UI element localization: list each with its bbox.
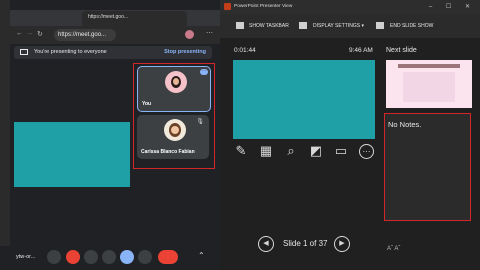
slide-navigation: ◀ Slide 1 of 37 ▶ xyxy=(220,232,370,258)
stop-presenting-button[interactable]: Stop presenting xyxy=(164,46,206,59)
subtitles-icon[interactable]: ▭ xyxy=(334,144,348,158)
more-options-button[interactable] xyxy=(138,250,152,264)
avatar xyxy=(164,119,186,141)
participant-name: Carissa Blanco Fabian xyxy=(141,149,195,155)
banner-text: You're presenting to everyone xyxy=(34,49,107,55)
next-slide-image xyxy=(403,72,455,102)
meet-controls: ytw-or... ⌃ xyxy=(0,246,220,270)
mic-button[interactable] xyxy=(47,250,61,264)
next-slide-button[interactable]: ▶ xyxy=(334,236,350,252)
title-bar: PowerPoint Presenter View – ☐ ✕ xyxy=(220,0,480,14)
participant-tiles-highlight: ⋯ You 🎙 Carissa Blanco Fabian xyxy=(133,63,215,169)
captions-button[interactable] xyxy=(84,250,98,264)
menu-icon[interactable]: ⋯ xyxy=(206,29,213,37)
mic-muted-icon: 🎙 xyxy=(196,119,204,125)
show-taskbar-button[interactable]: SHOW TASKBAR xyxy=(249,22,289,30)
avatar[interactable] xyxy=(185,30,194,39)
shared-screen-preview xyxy=(14,122,130,187)
presenting-banner: You're presenting to everyone Stop prese… xyxy=(14,46,212,59)
notes-text: No Notes. xyxy=(388,120,422,129)
end-slide-show-button[interactable]: END SLIDE SHOW xyxy=(390,22,433,30)
zoom-icon[interactable]: ⌕ xyxy=(284,144,298,158)
previous-slide-button[interactable]: ◀ xyxy=(258,236,274,252)
display-icon xyxy=(299,22,307,29)
next-slide-heading xyxy=(398,64,460,68)
reload-icon[interactable]: ↻ xyxy=(37,30,43,38)
more-options-icon[interactable]: ⋯ xyxy=(200,69,208,75)
pointer-icon[interactable]: ◩ xyxy=(309,144,323,158)
current-slide xyxy=(233,60,375,139)
url-field[interactable]: https://meet.goo... xyxy=(54,29,116,41)
avatar xyxy=(165,71,187,93)
present-button[interactable] xyxy=(120,250,134,264)
more-options-icon[interactable]: ⋯ xyxy=(359,144,374,159)
pen-icon[interactable]: ✎ xyxy=(234,144,248,158)
chevron-up-icon[interactable]: ⌃ xyxy=(198,251,205,260)
window-controls[interactable]: – ☐ ✕ xyxy=(429,0,476,14)
meeting-code: ytw-or... xyxy=(16,254,36,260)
presenter-toolbar: SHOW TASKBAR DISPLAY SETTINGS ▾ END SLID… xyxy=(220,14,480,38)
browser-sidebar xyxy=(0,0,10,270)
camera-off-button[interactable] xyxy=(66,250,80,264)
end-show-icon xyxy=(376,22,384,29)
window-title: PowerPoint Presenter View xyxy=(234,4,293,9)
forward-icon[interactable]: → xyxy=(26,30,33,37)
browser-tab[interactable]: https://meet.goo... xyxy=(82,11,187,26)
clock: 9:46 AM xyxy=(349,47,373,54)
participant-tile-you[interactable]: ⋯ You xyxy=(137,66,211,112)
participant-tile-carissa[interactable]: 🎙 Carissa Blanco Fabian xyxy=(137,115,209,159)
present-screen-icon xyxy=(20,49,28,55)
font-size-controls[interactable]: Aˇ Aˆ xyxy=(387,246,400,252)
next-slide-label: Next slide xyxy=(386,47,417,54)
back-icon[interactable]: ← xyxy=(16,30,23,37)
taskbar-icon xyxy=(236,22,244,29)
participant-name: You xyxy=(142,101,152,107)
speaker-notes[interactable]: No Notes. xyxy=(384,113,471,221)
display-settings-button[interactable]: DISPLAY SETTINGS ▾ xyxy=(313,22,364,30)
emoji-button[interactable] xyxy=(102,250,116,264)
slide-grid-icon[interactable]: ▦ xyxy=(259,144,273,158)
leave-call-button[interactable] xyxy=(158,250,178,264)
tab-title: https://meet.goo... xyxy=(88,14,129,20)
slide-counter[interactable]: Slide 1 of 37 xyxy=(283,239,327,248)
elapsed-timer: 0:01:44 xyxy=(234,47,256,54)
powerpoint-icon xyxy=(224,3,231,10)
